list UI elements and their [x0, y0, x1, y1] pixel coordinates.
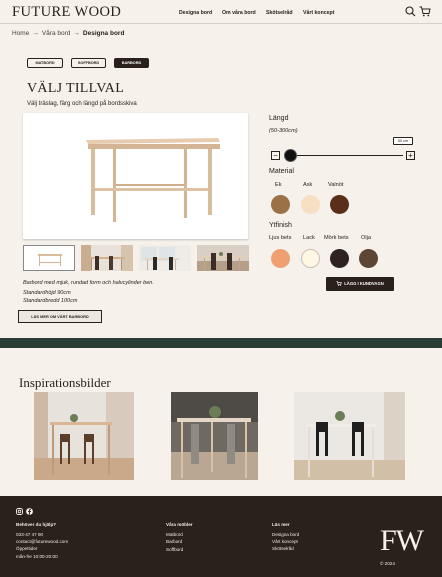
- breadcrumb: Home → Våra bord → Designa bord: [12, 30, 124, 37]
- learn-title: Läs mer: [272, 522, 290, 527]
- length-label: Längd: [269, 115, 289, 122]
- instagram-icon[interactable]: [16, 508, 23, 515]
- breadcrumb-vara-bord[interactable]: Våra bord: [42, 30, 71, 37]
- inspiration-photo: [171, 392, 258, 480]
- type-tab-matbord[interactable]: MATBORD: [27, 58, 63, 68]
- material-swatch-ask[interactable]: [301, 195, 320, 214]
- finish-name-olja: Olja: [361, 235, 371, 241]
- inspiration-title: Inspirationsbilder: [19, 375, 111, 390]
- footer-link-barbord[interactable]: Barbord: [166, 538, 182, 546]
- read-more-button[interactable]: LÄS MER OM VÅRT BARBORD: [18, 310, 102, 323]
- finish-swatch-olja[interactable]: [359, 249, 378, 268]
- help-hours-label: Öppettider: [16, 546, 38, 551]
- facebook-icon[interactable]: [26, 508, 33, 515]
- search-icon[interactable]: [405, 6, 416, 17]
- breadcrumb-home[interactable]: Home: [12, 30, 29, 37]
- type-tab-barbord[interactable]: BARBORD: [114, 58, 149, 68]
- thumbnail-room-image: [139, 245, 191, 271]
- length-slider-handle[interactable]: [285, 150, 296, 161]
- material-name-ask: Ask: [303, 182, 313, 188]
- inspiration-photo: [34, 392, 134, 480]
- length-increase-button[interactable]: +: [406, 151, 415, 160]
- breadcrumb-separator: →: [32, 30, 39, 37]
- material-label: Material: [269, 168, 294, 175]
- add-to-cart-button[interactable]: LÄGG I KUNDVAGN: [326, 277, 394, 291]
- help-hours: mån-fre 10:00-20:00: [16, 554, 58, 559]
- nav-om-vara-bord[interactable]: Om våra bord: [222, 10, 256, 16]
- product-standard-height: Standardhöjd 90cm: [23, 290, 71, 296]
- copyright: © 2024: [380, 561, 395, 566]
- product-main-image: [23, 113, 248, 239]
- finish-swatch-ljus-bets[interactable]: [271, 249, 290, 268]
- brand-logo[interactable]: FUTURE WOOD: [12, 4, 121, 21]
- footer-brand-mark: FW: [380, 524, 424, 557]
- finish-name-lack: Lack: [303, 235, 315, 241]
- material-name-valnot: Valnöt: [328, 182, 344, 188]
- cart-icon: [336, 281, 342, 287]
- finish-swatch-lack[interactable]: [301, 249, 320, 268]
- site-header: FUTURE WOOD Designa bord Om våra bord Sk…: [0, 0, 442, 24]
- inspiration-image-1[interactable]: [34, 392, 134, 480]
- thumbnail-1[interactable]: [23, 245, 75, 271]
- help-title: Behöver du hjälp?: [16, 522, 57, 527]
- length-range: (50-300cm): [269, 128, 298, 134]
- add-to-cart-label: LÄGG I KUNDVAGN: [344, 281, 384, 286]
- length-value-display: 50 cm: [393, 137, 413, 145]
- bar-table-illustration: [86, 138, 220, 222]
- site-footer: Behöver du hjälp? 033-47 47 90 contact@f…: [0, 496, 442, 577]
- footer-link-skotselrad[interactable]: Skötselråd: [272, 545, 294, 553]
- breadcrumb-current: Designa bord: [82, 30, 125, 37]
- length-slider-track[interactable]: [286, 155, 403, 156]
- type-tab-soffbord[interactable]: SOFFBORD: [71, 58, 106, 68]
- nav-skotselrad[interactable]: Skötselråd: [266, 10, 293, 16]
- section-divider-band: [0, 338, 442, 348]
- nav-vart-koncept[interactable]: Vårt koncept: [303, 10, 334, 16]
- finish-swatch-mork-bets[interactable]: [330, 249, 349, 268]
- finish-name-ljus-bets: Ljus bets: [269, 235, 292, 241]
- products-title: Våra möbler: [166, 522, 193, 527]
- breadcrumb-separator: →: [73, 30, 80, 37]
- page-subtitle: Välj träslag, färg och längd på bordsski…: [27, 101, 137, 107]
- product-standard-width: Standardbredd 100cm: [23, 298, 78, 304]
- thumbnail-table-image: [38, 254, 62, 266]
- nav-designa-bord[interactable]: Designa bord: [179, 10, 212, 16]
- inspiration-image-3[interactable]: [294, 392, 405, 480]
- thumbnail-room-image: [197, 245, 249, 271]
- footer-link-soffbord[interactable]: Soffbord: [166, 546, 183, 554]
- inspiration-image-2[interactable]: [171, 392, 271, 480]
- finish-name-mork-bets: Mörk bets: [324, 235, 349, 241]
- material-swatch-ek[interactable]: [271, 195, 290, 214]
- product-description: Barbord med mjuk, rundad form och halvcy…: [23, 280, 154, 286]
- cart-icon[interactable]: [419, 6, 431, 17]
- thumbnail-3[interactable]: [139, 245, 191, 271]
- material-swatch-valnot[interactable]: [330, 195, 349, 214]
- material-name-ek: Ek: [275, 182, 282, 188]
- page-title: VÄLJ TILLVAL: [27, 81, 125, 96]
- thumbnail-2[interactable]: [81, 245, 133, 271]
- thumbnail-4[interactable]: [197, 245, 249, 271]
- thumbnail-room-image: [81, 245, 133, 271]
- length-decrease-button[interactable]: −: [271, 151, 280, 160]
- inspiration-photo: [294, 392, 405, 480]
- finish-label: Ytfinish: [269, 222, 292, 229]
